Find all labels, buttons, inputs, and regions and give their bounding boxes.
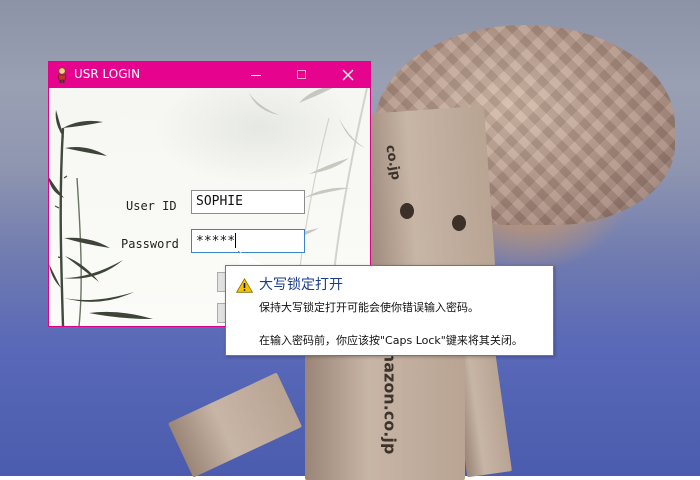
wallpaper-figure-leg xyxy=(167,372,303,478)
user-id-input[interactable]: SOPHIE xyxy=(191,190,305,214)
tooltip-message-1: 保持大写锁定打开可能会使你错误输入密码。 xyxy=(259,301,479,314)
caps-lock-tooltip: 大写锁定打开 保持大写锁定打开可能会使你错误输入密码。 在输入密码前，你应该按"… xyxy=(225,265,554,356)
minimize-icon xyxy=(251,75,261,76)
user-figure-icon xyxy=(55,67,69,83)
wallpaper-figure-head xyxy=(354,105,496,285)
maximize-icon xyxy=(297,70,306,79)
title-bar[interactable]: USR LOGIN xyxy=(49,62,370,88)
user-id-value: SOPHIE xyxy=(196,194,243,209)
password-value: ***** xyxy=(196,234,236,249)
maximize-button[interactable] xyxy=(279,62,325,88)
text-caret xyxy=(235,233,237,248)
minimize-button[interactable] xyxy=(233,62,279,88)
user-id-label: User ID xyxy=(126,199,177,213)
tooltip-message-2: 在输入密码前，你应该按"Caps Lock"键来将其关闭。 xyxy=(259,334,523,347)
warning-icon xyxy=(236,278,253,293)
password-label: Password xyxy=(121,237,179,251)
wallpaper-eye xyxy=(400,203,414,219)
password-input[interactable]: ***** xyxy=(191,229,305,253)
window-title: USR LOGIN xyxy=(74,67,141,81)
close-button[interactable] xyxy=(325,62,371,88)
wallpaper-eye xyxy=(452,215,466,231)
tooltip-title: 大写锁定打开 xyxy=(259,277,343,293)
close-icon xyxy=(342,69,354,81)
